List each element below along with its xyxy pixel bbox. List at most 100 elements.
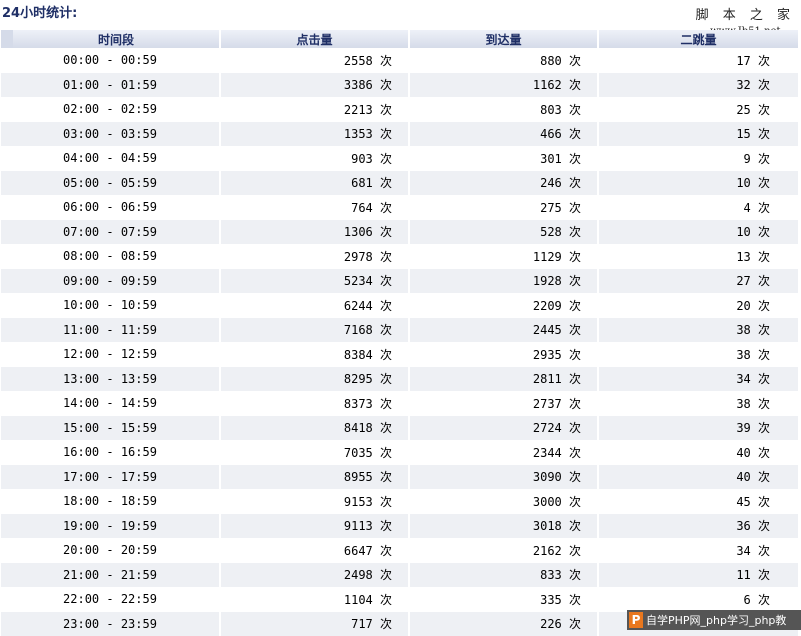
cell-clicks: 7035 次 — [221, 440, 410, 465]
cell-arrivals: 335 次 — [410, 587, 599, 612]
cell-second-jumps: 15 次 — [599, 122, 800, 147]
cell-arrivals: 3018 次 — [410, 514, 599, 539]
cell-second-jumps: 40 次 — [599, 465, 800, 490]
cell-second-jumps: 38 次 — [599, 391, 800, 416]
cell-time-period: 22:00 - 22:59 — [1, 587, 221, 612]
table-row: 13:00 - 13:598295 次2811 次34 次 — [1, 367, 800, 392]
cell-time-period: 16:00 - 16:59 — [1, 440, 221, 465]
cell-second-jumps: 40 次 — [599, 440, 800, 465]
table-row: 06:00 - 06:59764 次275 次4 次 — [1, 195, 800, 220]
table-header: 时间段 点击量 到达量 二跳量 — [1, 30, 800, 48]
cell-arrivals: 1162 次 — [410, 73, 599, 98]
cell-clicks: 6244 次 — [221, 293, 410, 318]
cell-clicks: 2498 次 — [221, 563, 410, 588]
cell-second-jumps: 10 次 — [599, 171, 800, 196]
table-row: 04:00 - 04:59903 次301 次9 次 — [1, 146, 800, 171]
cell-time-period: 15:00 - 15:59 — [1, 416, 221, 441]
cell-time-period: 13:00 - 13:59 — [1, 367, 221, 392]
cell-arrivals: 803 次 — [410, 97, 599, 122]
cell-second-jumps: 39 次 — [599, 416, 800, 441]
header-row: 时间段 点击量 到达量 二跳量 — [1, 30, 800, 48]
cell-arrivals: 3090 次 — [410, 465, 599, 490]
table-row: 20:00 - 20:596647 次2162 次34 次 — [1, 538, 800, 563]
cell-arrivals: 226 次 — [410, 612, 599, 636]
table-row: 03:00 - 03:591353 次466 次15 次 — [1, 122, 800, 147]
cell-arrivals: 2737 次 — [410, 391, 599, 416]
cell-second-jumps: 20 次 — [599, 293, 800, 318]
cell-arrivals: 246 次 — [410, 171, 599, 196]
cell-time-period: 03:00 - 03:59 — [1, 122, 221, 147]
table-row: 11:00 - 11:597168 次2445 次38 次 — [1, 318, 800, 343]
cell-second-jumps: 10 次 — [599, 220, 800, 245]
cell-arrivals: 2344 次 — [410, 440, 599, 465]
table-row: 10:00 - 10:596244 次2209 次20 次 — [1, 293, 800, 318]
cell-second-jumps: 27 次 — [599, 269, 800, 294]
cell-clicks: 8384 次 — [221, 342, 410, 367]
cell-time-period: 23:00 - 23:59 — [1, 612, 221, 636]
header-time-period: 时间段 — [1, 30, 221, 48]
cell-arrivals: 466 次 — [410, 122, 599, 147]
table-row: 14:00 - 14:598373 次2737 次38 次 — [1, 391, 800, 416]
cell-time-period: 05:00 - 05:59 — [1, 171, 221, 196]
table-row: 19:00 - 19:599113 次3018 次36 次 — [1, 514, 800, 539]
cell-time-period: 11:00 - 11:59 — [1, 318, 221, 343]
cell-second-jumps: 17 次 — [599, 48, 800, 73]
table-row: 16:00 - 16:597035 次2344 次40 次 — [1, 440, 800, 465]
cell-second-jumps: 34 次 — [599, 367, 800, 392]
table-row: 22:00 - 22:591104 次335 次6 次 — [1, 587, 800, 612]
header-second-jumps: 二跳量 — [599, 30, 800, 48]
cell-arrivals: 528 次 — [410, 220, 599, 245]
table-row: 17:00 - 17:598955 次3090 次40 次 — [1, 465, 800, 490]
cell-second-jumps: 4 次 — [599, 195, 800, 220]
cell-arrivals: 301 次 — [410, 146, 599, 171]
cell-time-period: 19:00 - 19:59 — [1, 514, 221, 539]
cell-arrivals: 2445 次 — [410, 318, 599, 343]
cell-arrivals: 3000 次 — [410, 489, 599, 514]
watermark-line1: 脚 本 之 家 — [696, 4, 795, 23]
cell-time-period: 01:00 - 01:59 — [1, 73, 221, 98]
cell-second-jumps: 25 次 — [599, 97, 800, 122]
cell-time-period: 00:00 - 00:59 — [1, 48, 221, 73]
cell-second-jumps: 34 次 — [599, 538, 800, 563]
cell-arrivals: 1129 次 — [410, 244, 599, 269]
cell-second-jumps: 38 次 — [599, 342, 800, 367]
cell-arrivals: 880 次 — [410, 48, 599, 73]
cell-clicks: 2558 次 — [221, 48, 410, 73]
cell-time-period: 06:00 - 06:59 — [1, 195, 221, 220]
cell-clicks: 8418 次 — [221, 416, 410, 441]
cell-time-period: 18:00 - 18:59 — [1, 489, 221, 514]
cell-arrivals: 2209 次 — [410, 293, 599, 318]
hourly-stats-table: 时间段 点击量 到达量 二跳量 00:00 - 00:592558 次880 次… — [1, 30, 800, 636]
cell-arrivals: 833 次 — [410, 563, 599, 588]
cell-clicks: 5234 次 — [221, 269, 410, 294]
table-body: 00:00 - 00:592558 次880 次17 次01:00 - 01:5… — [1, 48, 800, 636]
cell-clicks: 764 次 — [221, 195, 410, 220]
cell-arrivals: 2935 次 — [410, 342, 599, 367]
cell-time-period: 10:00 - 10:59 — [1, 293, 221, 318]
watermark-php-text: 自学PHP网_php学习_php教 — [646, 612, 786, 628]
cell-clicks: 2213 次 — [221, 97, 410, 122]
cell-arrivals: 1928 次 — [410, 269, 599, 294]
cell-time-period: 08:00 - 08:59 — [1, 244, 221, 269]
table-row: 08:00 - 08:592978 次1129 次13 次 — [1, 244, 800, 269]
cell-second-jumps: 11 次 — [599, 563, 800, 588]
cell-second-jumps: 45 次 — [599, 489, 800, 514]
cell-arrivals: 275 次 — [410, 195, 599, 220]
cell-clicks: 903 次 — [221, 146, 410, 171]
table-row: 21:00 - 21:592498 次833 次11 次 — [1, 563, 800, 588]
cell-arrivals: 2162 次 — [410, 538, 599, 563]
cell-clicks: 9153 次 — [221, 489, 410, 514]
table-row: 01:00 - 01:593386 次1162 次32 次 — [1, 73, 800, 98]
cell-time-period: 09:00 - 09:59 — [1, 269, 221, 294]
cell-clicks: 8955 次 — [221, 465, 410, 490]
table-row: 05:00 - 05:59681 次246 次10 次 — [1, 171, 800, 196]
cell-time-period: 14:00 - 14:59 — [1, 391, 221, 416]
page-title: 24小时统计: — [2, 2, 77, 21]
header-clicks: 点击量 — [221, 30, 410, 48]
table-row: 09:00 - 09:595234 次1928 次27 次 — [1, 269, 800, 294]
table-row: 00:00 - 00:592558 次880 次17 次 — [1, 48, 800, 73]
cell-time-period: 07:00 - 07:59 — [1, 220, 221, 245]
cell-clicks: 681 次 — [221, 171, 410, 196]
cell-clicks: 3386 次 — [221, 73, 410, 98]
cell-time-period: 04:00 - 04:59 — [1, 146, 221, 171]
